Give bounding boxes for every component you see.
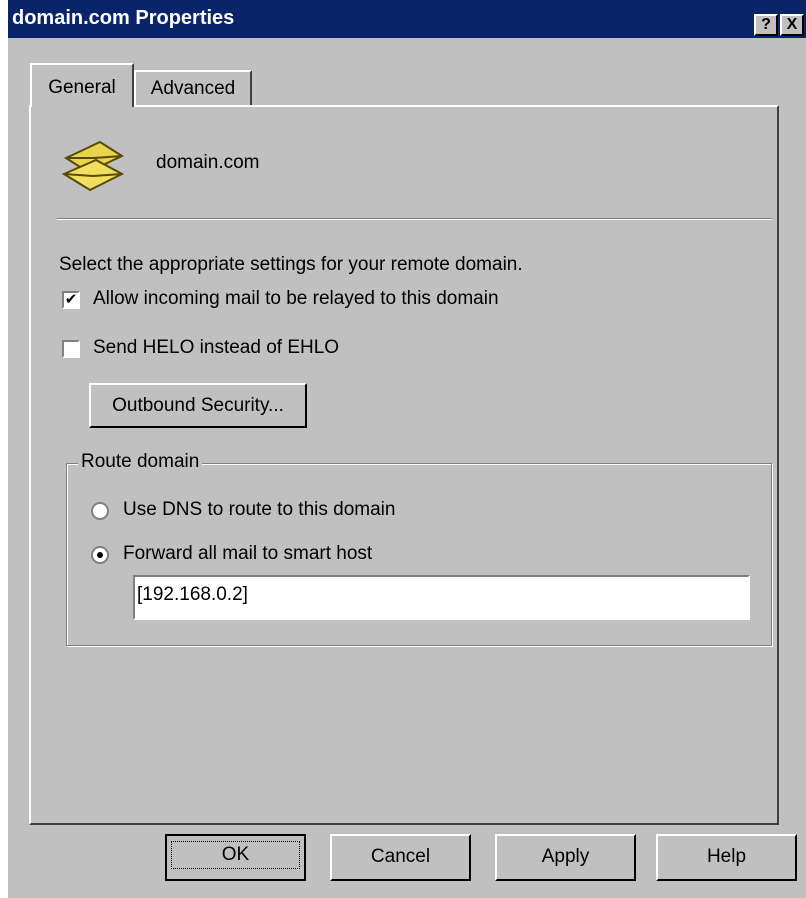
tab-advanced[interactable]: Advanced (134, 70, 252, 105)
domain-name-label: domain.com (156, 152, 260, 173)
route-domain-legend: Route domain (78, 451, 203, 473)
smart-host-input[interactable]: [192.168.0.2] (133, 575, 750, 620)
allow-relay-label[interactable]: Allow incoming mail to be relayed to thi… (93, 288, 499, 310)
help-button[interactable]: Help (656, 834, 797, 881)
instruction-text: Select the appropriate settings for your… (59, 254, 523, 275)
separator-line (57, 218, 772, 220)
tab-general-label: General (48, 77, 116, 98)
apply-button[interactable]: Apply (495, 834, 636, 881)
help-title-button[interactable]: ? (754, 14, 778, 36)
tab-advanced-label: Advanced (150, 78, 236, 99)
properties-dialog: domain.com Properties ? X General Advanc… (8, 0, 806, 898)
title-bar[interactable]: domain.com Properties ? X (8, 0, 806, 38)
tab-general[interactable]: General (30, 63, 134, 107)
envelopes-icon (61, 140, 125, 192)
ok-button[interactable]: OK (165, 834, 306, 881)
outbound-security-button[interactable]: Outbound Security... (89, 383, 307, 428)
use-dns-label[interactable]: Use DNS to route to this domain (123, 499, 395, 521)
smart-host-value: [192.168.0.2] (137, 584, 248, 605)
window-title: domain.com Properties (12, 7, 235, 29)
ok-label: OK (170, 841, 301, 869)
radio-selected-dot (97, 552, 103, 558)
use-dns-radio[interactable] (91, 502, 109, 520)
close-title-button[interactable]: X (780, 14, 804, 36)
allow-relay-checkbox[interactable]: ✔ (62, 291, 80, 309)
send-helo-label[interactable]: Send HELO instead of EHLO (93, 337, 339, 359)
forward-smart-host-radio[interactable] (91, 546, 109, 564)
forward-smart-host-label[interactable]: Forward all mail to smart host (123, 543, 372, 565)
send-helo-checkbox[interactable] (62, 340, 80, 358)
active-tab-joint (32, 104, 132, 107)
cancel-button[interactable]: Cancel (330, 834, 471, 881)
